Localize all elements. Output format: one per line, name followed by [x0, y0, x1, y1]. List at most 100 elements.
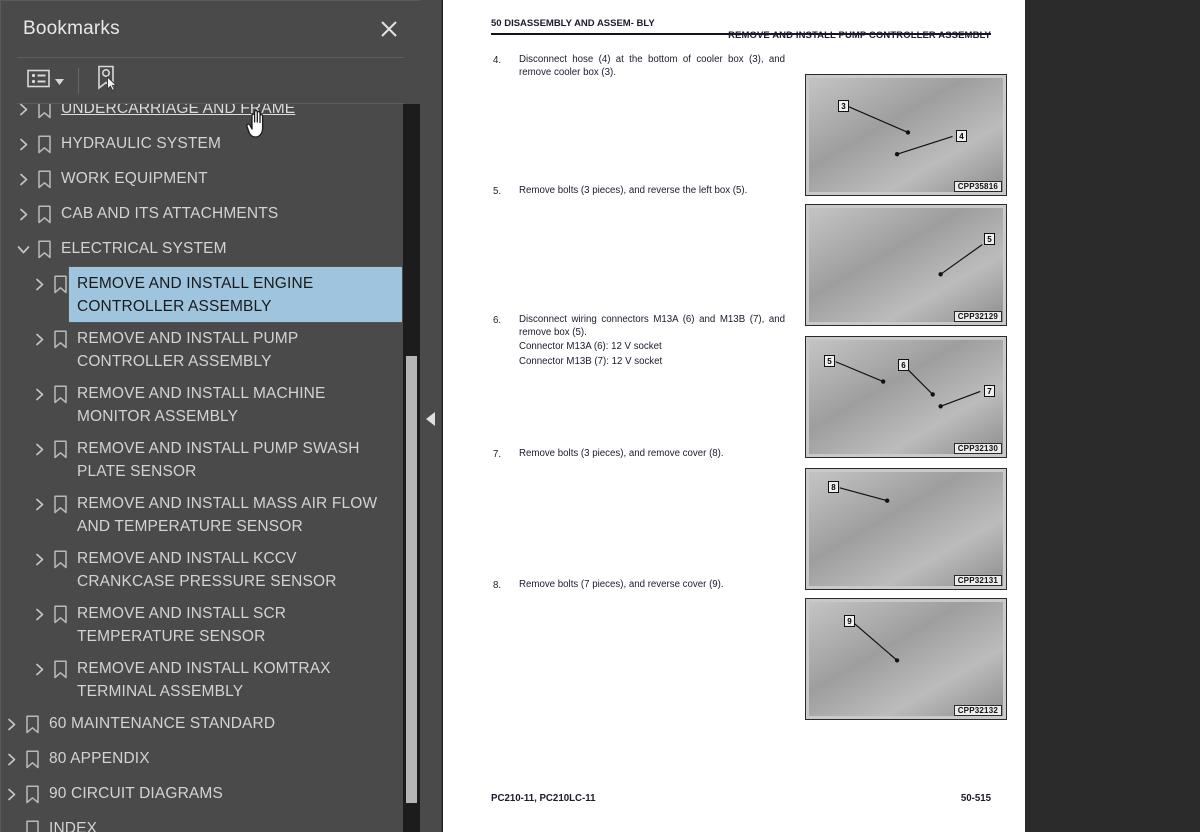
panel-title: Bookmarks	[23, 18, 120, 39]
bookmark-item-label: HYDRAULIC SYSTEM	[61, 135, 222, 152]
page-running-header: 50 DISASSEMBLY AND ASSEM- BLY REMOVE AND…	[491, 18, 991, 41]
chevron-right-icon[interactable]	[29, 377, 49, 412]
bookmark-item-label: WORK EQUIPMENT	[61, 170, 208, 187]
bookmark-item[interactable]: WORK EQUIPMENT	[1, 162, 402, 197]
procedure-figure: 5 CPP32129	[805, 204, 1007, 326]
chevron-right-icon[interactable]	[29, 267, 49, 302]
step-sub-text: Connector M13B (7): 12 V socket	[519, 356, 663, 367]
toolbar-separator	[78, 67, 79, 94]
bookmark-item-label: REMOVE AND INSTALL PUMP CONTROLLER ASSEM…	[77, 330, 299, 370]
figure-callout: 5	[824, 355, 835, 367]
figure-callout: 3	[838, 100, 849, 112]
bookmark-icon	[49, 322, 71, 357]
step-text: Disconnect hose (4) at the bottom of coo…	[519, 53, 785, 78]
procedure-step: 7. Remove bolts (3 pieces), and remove co…	[493, 447, 785, 461]
bookmark-item[interactable]: HYDRAULIC SYSTEM	[1, 127, 402, 162]
bookmark-item[interactable]: 80 APPENDIX	[1, 742, 402, 777]
bookmarks-scrollbar-track[interactable]	[403, 104, 420, 832]
chevron-right-icon[interactable]	[29, 652, 49, 687]
bookmark-item[interactable]: UNDERCARRIAGE AND FRAME	[1, 104, 402, 127]
bookmark-item-label: REMOVE AND INSTALL PUMP SWASH PLATE SENS…	[77, 440, 360, 480]
chevron-right-icon[interactable]	[1, 707, 21, 742]
bookmark-item[interactable]: REMOVE AND INSTALL MACHINE MONITOR ASSEM…	[1, 377, 402, 432]
bookmarks-panel: Bookmarks UNDERCARRIAGE AND FRAME HYDRAU…	[0, 0, 420, 832]
twisty-placeholder	[1, 812, 21, 832]
bookmark-item[interactable]: INDEX	[1, 812, 402, 832]
chevron-right-icon[interactable]	[29, 487, 49, 522]
bookmarks-toolbar	[1, 58, 420, 103]
bookmark-icon	[33, 162, 55, 197]
figure-callout: 5	[984, 233, 995, 245]
procedure-step: 6. Disconnect wiring connectors M13A (6) …	[493, 313, 785, 370]
chevron-right-icon[interactable]	[1, 742, 21, 777]
chevron-right-icon[interactable]	[1, 777, 21, 812]
procedure-figure: 3 4 CPP35816	[805, 74, 1007, 196]
new-bookmark-icon	[95, 65, 119, 96]
bookmark-icon	[33, 197, 55, 232]
bookmark-item[interactable]: REMOVE AND INSTALL SCR TEMPERATURE SENSO…	[1, 597, 402, 652]
chevron-down-icon[interactable]	[13, 232, 33, 267]
bookmark-options-button[interactable]	[23, 66, 68, 96]
step-number: 4.	[493, 54, 502, 66]
list-options-icon	[27, 69, 50, 93]
bookmark-item-label: REMOVE AND INSTALL KOMTRAX TERMINAL ASSE…	[77, 660, 331, 700]
figure-callout: 7	[984, 385, 995, 397]
bookmark-item-label: 60 MAINTENANCE STANDARD	[49, 715, 276, 732]
pdf-page: 50 DISASSEMBLY AND ASSEM- BLY REMOVE AND…	[443, 0, 1025, 832]
header-section-title: 50 DISASSEMBLY AND ASSEM- BLY	[491, 18, 655, 29]
chevron-right-icon[interactable]	[13, 127, 33, 162]
bookmark-icon	[49, 542, 71, 577]
procedure-figure: 8 CPP32131	[805, 468, 1007, 590]
chevron-right-icon[interactable]	[13, 104, 33, 127]
chevron-right-icon[interactable]	[13, 162, 33, 197]
bookmark-icon	[49, 597, 71, 632]
bookmark-icon	[21, 742, 43, 777]
bookmark-icon	[21, 812, 43, 832]
chevron-right-icon[interactable]	[29, 542, 49, 577]
chevron-right-icon[interactable]	[29, 322, 49, 357]
bookmarks-tree-container: UNDERCARRIAGE AND FRAME HYDRAULIC SYSTEM W…	[1, 104, 420, 832]
bookmark-item-label: ELECTRICAL SYSTEM	[61, 240, 227, 257]
new-bookmark-button[interactable]	[91, 65, 123, 96]
bookmark-item[interactable]: REMOVE AND INSTALL ENGINE CONTROLLER ASS…	[1, 266, 402, 323]
chevron-right-icon[interactable]	[29, 597, 49, 632]
chevron-down-icon	[55, 72, 64, 90]
pdf-viewer-window: Bookmarks UNDERCARRIAGE AND FRAME HYDRAU…	[0, 0, 1200, 832]
bookmark-item-label: REMOVE AND INSTALL MACHINE MONITOR ASSEM…	[77, 385, 326, 425]
bookmark-item[interactable]: REMOVE AND INSTALL PUMP SWASH PLATE SENS…	[1, 432, 402, 487]
chevron-right-icon[interactable]	[13, 197, 33, 232]
bookmark-item[interactable]: REMOVE AND INSTALL KOMTRAX TERMINAL ASSE…	[1, 652, 402, 707]
panel-splitter[interactable]	[420, 0, 442, 832]
bookmark-item[interactable]: 90 CIRCUIT DIAGRAMS	[1, 777, 402, 812]
bookmark-item[interactable]: REMOVE AND INSTALL KCCV CRANKCASE PRESSU…	[1, 542, 402, 597]
step-number: 6.	[493, 314, 502, 326]
bookmark-icon	[33, 232, 55, 267]
bookmarks-tree[interactable]: UNDERCARRIAGE AND FRAME HYDRAULIC SYSTEM W…	[1, 104, 402, 832]
bookmark-item-label: REMOVE AND INSTALL MASS AIR FLOW AND TEM…	[77, 495, 378, 535]
chevron-right-icon[interactable]	[29, 432, 49, 467]
bookmark-item[interactable]: 60 MAINTENANCE STANDARD	[1, 707, 402, 742]
bookmark-icon	[21, 707, 43, 742]
bookmark-item[interactable]: ELECTRICAL SYSTEM	[1, 232, 402, 267]
figure-callout: 6	[898, 359, 909, 371]
close-icon[interactable]	[376, 16, 402, 42]
collapse-left-icon[interactable]	[424, 410, 438, 428]
bookmark-item-label: 80 APPENDIX	[49, 750, 150, 767]
bookmark-item[interactable]: CAB AND ITS ATTACHMENTS	[1, 197, 402, 232]
figure-code: CPP32130	[953, 443, 1002, 454]
bookmark-item[interactable]: REMOVE AND INSTALL MASS AIR FLOW AND TEM…	[1, 487, 402, 542]
bookmark-item-label: REMOVE AND INSTALL SCR TEMPERATURE SENSO…	[77, 605, 287, 645]
figure-callout: 8	[828, 481, 839, 493]
step-number: 5.	[493, 185, 502, 197]
bookmarks-scrollbar-thumb[interactable]	[406, 356, 417, 803]
figure-code: CPP32129	[953, 311, 1002, 322]
bookmark-item-label: 90 CIRCUIT DIAGRAMS	[49, 785, 223, 802]
bookmark-icon	[49, 432, 71, 467]
step-number: 7.	[493, 448, 502, 460]
bookmark-item-label: CAB AND ITS ATTACHMENTS	[61, 205, 279, 222]
figure-callout: 4	[956, 130, 967, 142]
procedure-figure: 5 6 7 CPP32130	[805, 336, 1007, 458]
footer-model: PC210-11, PC210LC-11	[491, 793, 596, 804]
bookmark-item[interactable]: REMOVE AND INSTALL PUMP CONTROLLER ASSEM…	[1, 322, 402, 377]
bookmark-icon	[49, 267, 71, 302]
